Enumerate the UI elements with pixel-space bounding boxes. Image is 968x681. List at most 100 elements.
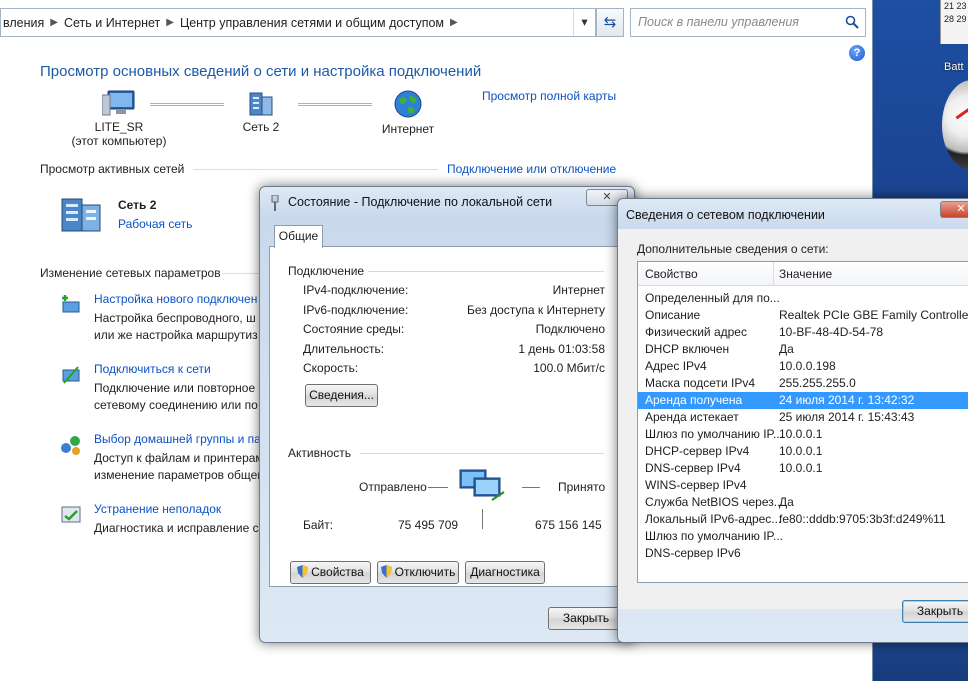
value-cell: 10.0.0.1 (779, 461, 823, 475)
address-bar[interactable]: вления ▶ Сеть и Интернет ▶ Центр управле… (0, 8, 596, 37)
value-cell: 10.0.0.198 (779, 359, 836, 373)
map-computer-node[interactable]: LITE_SR (этот компьютер) (64, 89, 174, 148)
column-header-value[interactable]: Значение (779, 267, 832, 281)
task-description: Настройка беспроводного, ш или же настро… (94, 310, 258, 344)
sent-line (428, 487, 448, 488)
property-cell: Физический адрес (645, 325, 747, 339)
duration-label: Длительность: (303, 342, 385, 356)
task-desc-line: Доступ к файлам и принтерам (94, 451, 264, 465)
value-cell: Да (779, 495, 794, 509)
diagnose-button[interactable]: Диагностика (465, 561, 545, 584)
table-row[interactable]: DNS-сервер IPv6 (638, 545, 968, 562)
breadcrumb-item[interactable]: Сеть и Интернет (64, 16, 160, 30)
task-link[interactable]: Настройка нового подключен (94, 292, 257, 306)
map-network-node[interactable]: Сеть 2 (224, 89, 298, 134)
activity-divider (482, 509, 483, 529)
table-row[interactable]: DNS-сервер IPv4 10.0.0.1 (638, 460, 968, 477)
search-input[interactable]: Поиск в панели управления (630, 8, 866, 37)
map-link-line (298, 103, 372, 106)
section-divider (222, 273, 262, 274)
active-networks-heading: Просмотр активных сетей (40, 162, 185, 176)
address-dropdown-icon[interactable]: ▾ (573, 9, 595, 36)
dialog-title: Состояние - Подключение по локальной сет… (288, 195, 553, 209)
value-cell: fe80::dddb:9705:3b3f:d249%11 (779, 512, 946, 526)
duration-value: 1 день 01:03:58 (518, 342, 605, 356)
task-desc-line: или же настройка маршрутиз (94, 328, 258, 342)
full-map-link[interactable]: Просмотр полной карты (482, 89, 616, 103)
calendar-gadget[interactable]: 21 23 28 29 (940, 0, 968, 44)
network-type-link[interactable]: Рабочая сеть (118, 217, 192, 231)
close-button[interactable]: ✕ (940, 201, 968, 218)
breadcrumb-separator-icon[interactable]: ▶ (166, 17, 174, 28)
task-link[interactable]: Устранение неполадок (94, 502, 221, 516)
property-cell: Определенный для по... (645, 291, 780, 305)
task-description: Подключение или повторное сетевому соеди… (94, 380, 258, 414)
value-cell: 10.0.0.1 (779, 444, 823, 458)
table-row[interactable]: Аренда получена 24 июля 2014 г. 13:42:32 (638, 392, 968, 409)
value-cell: 25 июля 2014 г. 15:43:43 (779, 410, 915, 424)
table-row[interactable]: Описание Realtek PCIe GBE Family Controll… (638, 307, 968, 324)
column-separator[interactable] (773, 262, 774, 286)
section-divider (193, 169, 438, 170)
breadcrumb-item[interactable]: вления (3, 16, 44, 30)
map-internet-node[interactable]: Интернет (372, 89, 444, 136)
help-icon[interactable]: ? (849, 45, 865, 61)
table-row[interactable]: Шлюз по умолчанию IP... 10.0.0.1 (638, 426, 968, 443)
tab-general[interactable]: Общие (274, 225, 323, 248)
search-icon[interactable] (845, 15, 859, 29)
property-cell: DNS-сервер IPv4 (645, 461, 741, 475)
connection-status-dialog: Состояние - Подключение по локальной сет… (259, 186, 635, 643)
close-dialog-button[interactable]: Закрыть (902, 600, 968, 623)
details-button[interactable]: Сведения... (305, 384, 378, 407)
details-list[interactable]: Свойство Значение Определенный для по...… (637, 261, 968, 583)
close-dialog-button[interactable]: Закрыть (548, 607, 624, 630)
table-row[interactable]: WINS-сервер IPv4 (638, 477, 968, 494)
table-row[interactable]: Адрес IPv4 10.0.0.198 (638, 358, 968, 375)
media-state-value: Подключено (535, 322, 605, 336)
property-cell: Маска подсети IPv4 (645, 376, 756, 390)
refresh-button[interactable]: ⇆ (596, 8, 624, 37)
table-row[interactable]: Локальный IPv6-адрес... fe80::dddb:9705:3… (638, 511, 968, 528)
breadcrumb-separator-icon[interactable]: ▶ (50, 17, 58, 28)
task-desc-line: Настройка беспроводного, ш (94, 311, 256, 325)
new-connection-icon (62, 295, 80, 313)
breadcrumb-item[interactable]: Центр управления сетями и общим доступом (180, 16, 444, 30)
properties-button[interactable]: Свойства (290, 561, 371, 584)
task-link[interactable]: Подключиться к сети (94, 362, 211, 376)
close-icon: ✕ (956, 203, 966, 215)
disable-button[interactable]: Отключить (377, 561, 459, 584)
dialog-title: Сведения о сетевом подключении (626, 208, 825, 222)
table-row[interactable]: Маска подсети IPv4 255.255.255.0 (638, 375, 968, 392)
homegroup-icon (61, 436, 80, 455)
task-link[interactable]: Выбор домашней группы и па (94, 432, 261, 446)
change-settings-heading: Изменение сетевых параметров (40, 266, 221, 280)
table-row[interactable]: Определенный для по... (638, 290, 968, 307)
close-icon: ✕ (602, 191, 612, 203)
details-subtitle: Дополнительные сведения о сети: (637, 242, 829, 256)
tab-panel: Подключение IPv4-подключение: Интернет I… (269, 246, 618, 587)
table-row[interactable]: DHCP включен Да (638, 341, 968, 358)
table-row[interactable]: DHCP-сервер IPv4 10.0.0.1 (638, 443, 968, 460)
disable-label: Отключить (394, 565, 456, 579)
table-row[interactable]: Аренда истекает 25 июля 2014 г. 15:43:43 (638, 409, 968, 426)
value-cell: 255.255.255.0 (779, 376, 856, 390)
column-header-property[interactable]: Свойство (645, 267, 698, 281)
sent-label: Отправлено (359, 480, 427, 494)
connect-network-icon (62, 366, 80, 384)
ipv4-value: Интернет (552, 283, 605, 297)
map-link-line (150, 103, 224, 106)
property-cell: WINS-сервер IPv4 (645, 478, 747, 492)
ipv6-value: Без доступа к Интернету (466, 303, 605, 317)
table-row[interactable]: Шлюз по умолчанию IP... (638, 528, 968, 545)
network-details-dialog: Сведения о сетевом подключении ✕ Дополни… (617, 198, 968, 643)
speed-label: Скорость: (303, 361, 359, 375)
connect-disconnect-link[interactable]: Подключение или отключение (447, 162, 616, 176)
network-name: Сеть 2 (242, 120, 280, 134)
table-row[interactable]: Служба NetBIOS через... Да (638, 494, 968, 511)
activity-group-title: Активность (288, 446, 352, 460)
breadcrumb-separator-icon[interactable]: ▶ (450, 17, 458, 28)
table-row[interactable]: Физический адрес 10-BF-48-4D-54-78 (638, 324, 968, 341)
connection-group-title: Подключение (288, 264, 365, 278)
value-cell: 10-BF-48-4D-54-78 (779, 325, 884, 339)
globe-icon (394, 90, 422, 118)
